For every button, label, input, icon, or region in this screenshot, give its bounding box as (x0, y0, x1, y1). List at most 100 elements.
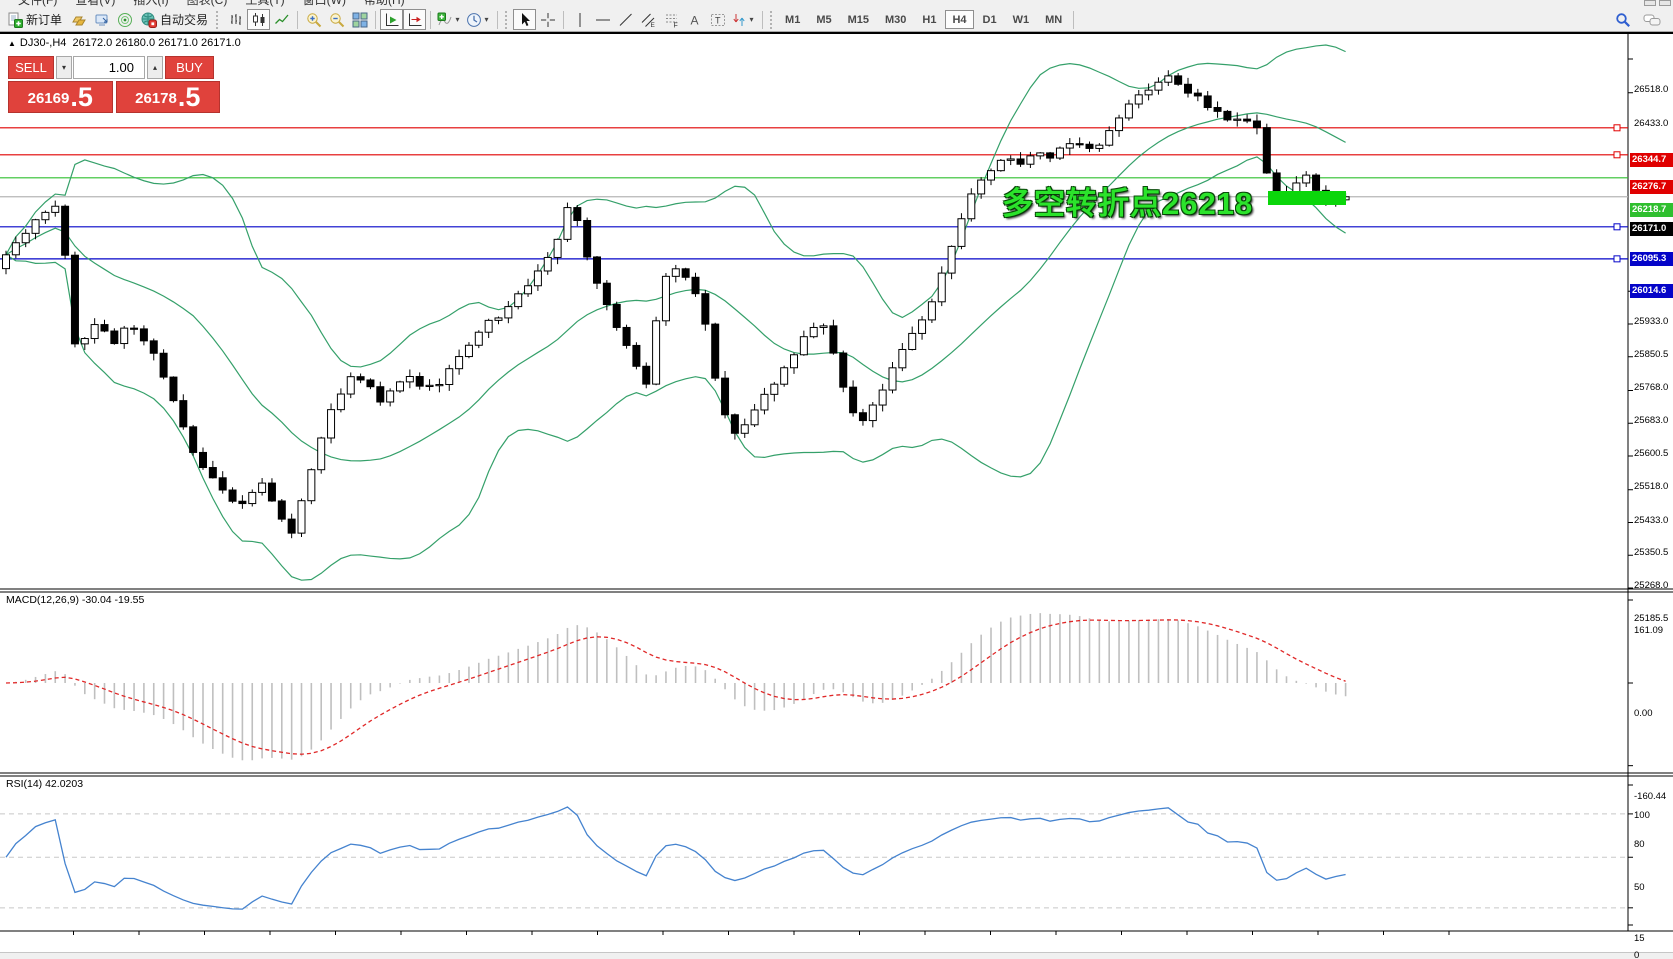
terminal-icon (94, 12, 110, 28)
new-order-button[interactable]: 新订单 (2, 9, 67, 30)
price-axis-label: 25268.0 (1634, 580, 1668, 591)
dropdown-caret-icon: ▾ (747, 15, 756, 24)
market-depth-button[interactable] (67, 9, 90, 30)
price-axis-label: 100 (1634, 810, 1650, 821)
chat-button[interactable] (1640, 9, 1663, 30)
vertical-line-button[interactable] (568, 9, 591, 30)
macd-signal-line (6, 620, 1346, 754)
fibonacci-icon: F (664, 12, 680, 28)
level-price-badge: 26276.7 (1630, 180, 1673, 194)
toolbar-separator (297, 11, 298, 29)
price-axis-label: 50 (1634, 882, 1645, 893)
timeframe-button-w1[interactable]: W1 (1006, 10, 1037, 29)
timeframe-button-h4[interactable]: H4 (945, 10, 973, 29)
volume-decrease-button[interactable]: ▾ (56, 56, 72, 79)
timeframe-button-h1[interactable]: H1 (915, 10, 943, 29)
status-strip (0, 952, 1673, 959)
menu-item[interactable]: 工具(T) (245, 0, 284, 8)
arrows-icon (731, 12, 747, 28)
vertical-line-icon (572, 12, 588, 28)
horizontal-line-icon (595, 12, 611, 28)
timeframe-button-m1[interactable]: M1 (778, 10, 807, 29)
timeframe-button-m30[interactable]: M30 (878, 10, 913, 29)
one-click-trading-panel: SELL ▾ 1.00 ▴ BUY 26169 .5 26178 .5 (8, 56, 220, 113)
trade-controls-row: SELL ▾ 1.00 ▴ BUY (8, 56, 220, 79)
text-button[interactable]: A (683, 9, 706, 30)
horizontal-line-button[interactable] (591, 9, 614, 30)
timeframe-button-d1[interactable]: D1 (976, 10, 1004, 29)
line-chart-button[interactable] (270, 9, 293, 30)
search-button[interactable] (1611, 9, 1634, 30)
pivot-annotation-text[interactable]: 多空转折点26218 (1002, 178, 1253, 223)
auto-trading-button[interactable]: 自动交易 (136, 9, 213, 30)
text-label-icon: T (710, 12, 726, 28)
terminal-button[interactable] (90, 9, 113, 30)
toolbar-separator (762, 11, 763, 29)
sell-price-int: 26169 (28, 87, 70, 111)
svg-text:E: E (650, 22, 655, 28)
trendline-button[interactable] (614, 9, 637, 30)
sell-price-display[interactable]: 26169 .5 (8, 81, 113, 113)
tile-windows-button[interactable] (348, 9, 371, 30)
macd-label: MACD(12,26,9) -30.04 -19.55 (6, 594, 144, 606)
equidistant-channel-button[interactable]: E (637, 9, 660, 30)
menu-item[interactable]: 插入(I) (133, 0, 168, 8)
timeframe-button-mn[interactable]: MN (1038, 10, 1069, 29)
menu-item[interactable]: 文件(F) (18, 0, 57, 8)
buy-button[interactable]: BUY (165, 56, 214, 79)
timeframe-button-m5[interactable]: M5 (809, 10, 838, 29)
auto-scroll-button[interactable] (380, 9, 403, 30)
fibonacci-button[interactable]: F (660, 9, 683, 30)
chart-canvas[interactable] (0, 32, 1673, 959)
toolbar-grip (770, 11, 775, 29)
price-axis-label: 25850.5 (1634, 349, 1668, 360)
volume-increase-button[interactable]: ▴ (147, 56, 163, 79)
price-axis-label: 25185.5 (1634, 613, 1668, 624)
menu-item[interactable]: 图表(C) (187, 0, 228, 8)
add-indicator-button[interactable]: ▾ (435, 9, 464, 30)
signal-button[interactable] (113, 9, 136, 30)
cursor-button[interactable] (513, 9, 536, 30)
chart-ohlc-values: 26172.0 26180.0 26171.0 26171.0 (73, 37, 241, 49)
chart-window: ▲DJ30-,H4 26172.0 26180.0 26171.0 26171.… (0, 32, 1673, 959)
text-label-button[interactable]: T (706, 9, 729, 30)
trade-prices-row: 26169 .5 26178 .5 (8, 81, 220, 113)
crosshair-button[interactable] (536, 9, 559, 30)
price-axis-label: 26518.0 (1634, 84, 1668, 95)
menu-item[interactable]: 窗口(W) (303, 0, 346, 8)
chart-shift-button[interactable] (403, 9, 426, 30)
zoom-out-button[interactable] (325, 9, 348, 30)
current-price-badge: 26171.0 (1630, 222, 1673, 236)
arrows-button[interactable]: ▾ (729, 9, 758, 30)
periods-button[interactable]: ▾ (464, 9, 493, 30)
cursor-icon (517, 12, 533, 28)
bar-chart-icon (228, 12, 244, 28)
window-restore-button[interactable] (1644, 0, 1656, 6)
candlestick-chart-icon (251, 12, 267, 28)
menu-bar[interactable]: 文件(F) 查看(V) 插入(I) 图表(C) 工具(T) 窗口(W) 帮助(H) (0, 0, 1673, 8)
menu-item[interactable]: 帮助(H) (364, 0, 405, 8)
buy-price-int: 26178 (135, 87, 177, 111)
sell-button[interactable]: SELL (8, 56, 54, 79)
clock-icon (466, 12, 482, 28)
toolbar-separator (1073, 11, 1074, 29)
candlestick-chart-button[interactable] (247, 9, 270, 30)
volume-input[interactable]: 1.00 (73, 56, 145, 79)
zoom-in-button[interactable] (302, 9, 325, 30)
bar-chart-button[interactable] (224, 9, 247, 30)
pivot-level-marker[interactable] (1268, 191, 1346, 205)
timeframe-toolbar: M1M5M15M30H1H4D1W1MN (778, 10, 1069, 29)
price-axis-label: 0.00 (1634, 708, 1653, 719)
window-close-button[interactable] (1659, 0, 1671, 6)
dropdown-caret-icon: ▾ (453, 15, 462, 24)
buy-price-display[interactable]: 26178 .5 (116, 81, 221, 113)
main-toolbar: 新订单 自动交易 (0, 8, 1673, 32)
zoom-in-icon (306, 12, 322, 28)
timeframe-button-m15[interactable]: M15 (841, 10, 876, 29)
new-order-label: 新订单 (26, 11, 62, 28)
toolbar-separator (497, 11, 498, 29)
level-price-badge: 26344.7 (1630, 153, 1673, 167)
bollinger-bands (6, 45, 1346, 580)
dropdown-caret-icon: ▾ (482, 15, 491, 24)
menu-item[interactable]: 查看(V) (75, 0, 115, 8)
